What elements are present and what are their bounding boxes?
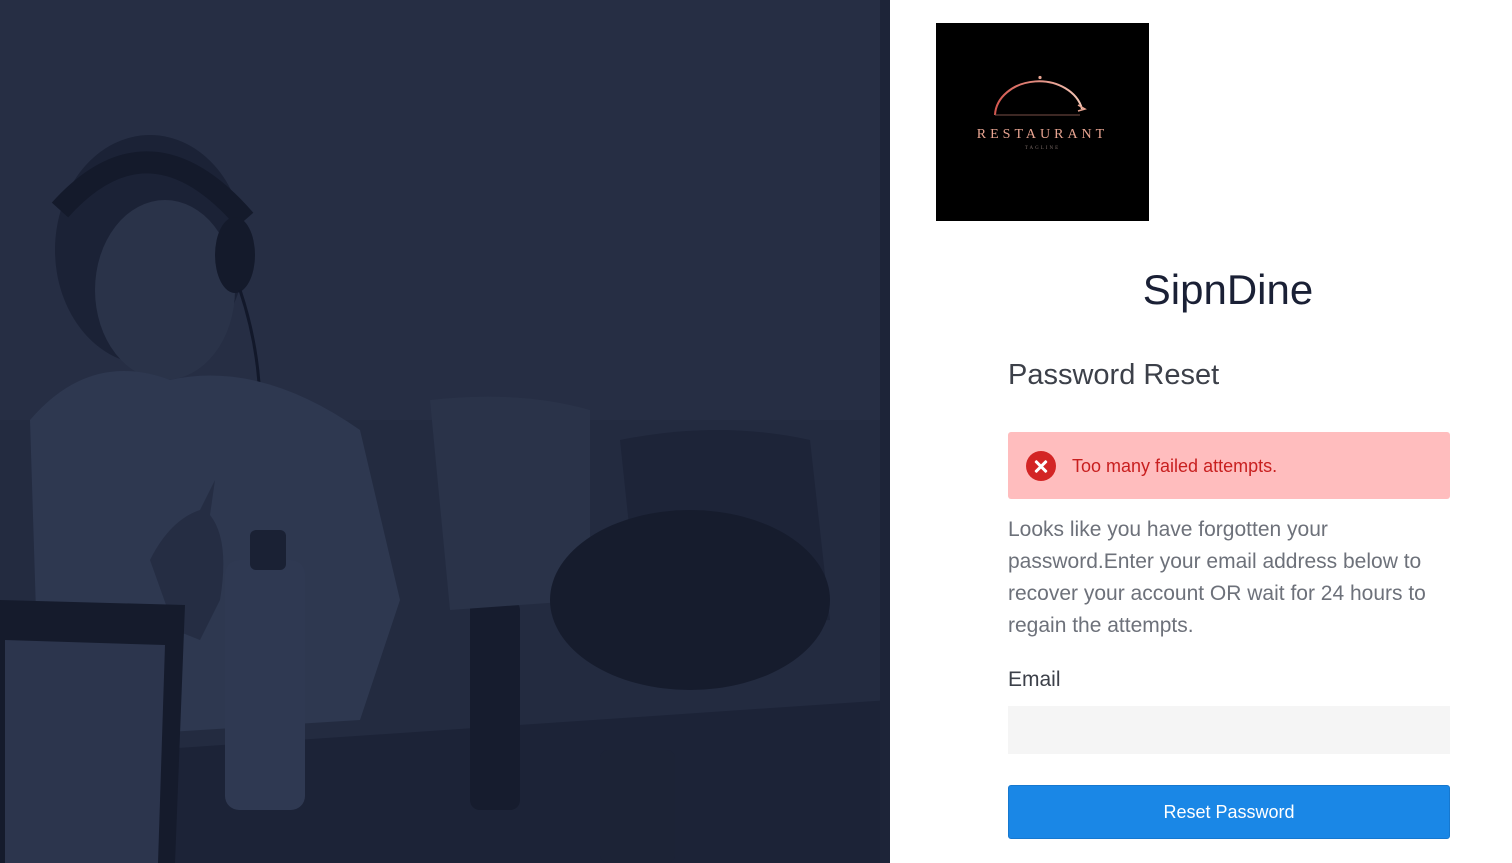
error-alert: Too many failed attempts. <box>1008 432 1450 499</box>
page-title: Password Reset <box>1008 359 1220 391</box>
logo-tagline: TAGLINE <box>1024 146 1061 151</box>
restaurant-logo: RESTAURANT TAGLINE <box>936 23 1149 221</box>
app-title: SipnDine <box>1142 266 1314 313</box>
hero-image <box>0 0 890 863</box>
reset-instructions: Looks like you have forgotten your passw… <box>1008 518 1426 637</box>
cloche-icon <box>994 75 1087 116</box>
password-reset-page: RESTAURANT TAGLINE SipnDine Password Res… <box>0 0 1512 863</box>
error-alert-message: Too many failed attempts. <box>1072 456 1278 476</box>
error-circle-icon <box>1026 451 1056 481</box>
hero-photo-illustration <box>0 0 890 863</box>
reset-password-button[interactable]: Reset Password <box>1008 785 1450 839</box>
email-field[interactable] <box>1008 706 1450 754</box>
logo-brand-text: RESTAURANT <box>976 127 1109 142</box>
email-label: Email <box>1008 668 1061 691</box>
form-panel: RESTAURANT TAGLINE SipnDine Password Res… <box>890 0 1512 863</box>
